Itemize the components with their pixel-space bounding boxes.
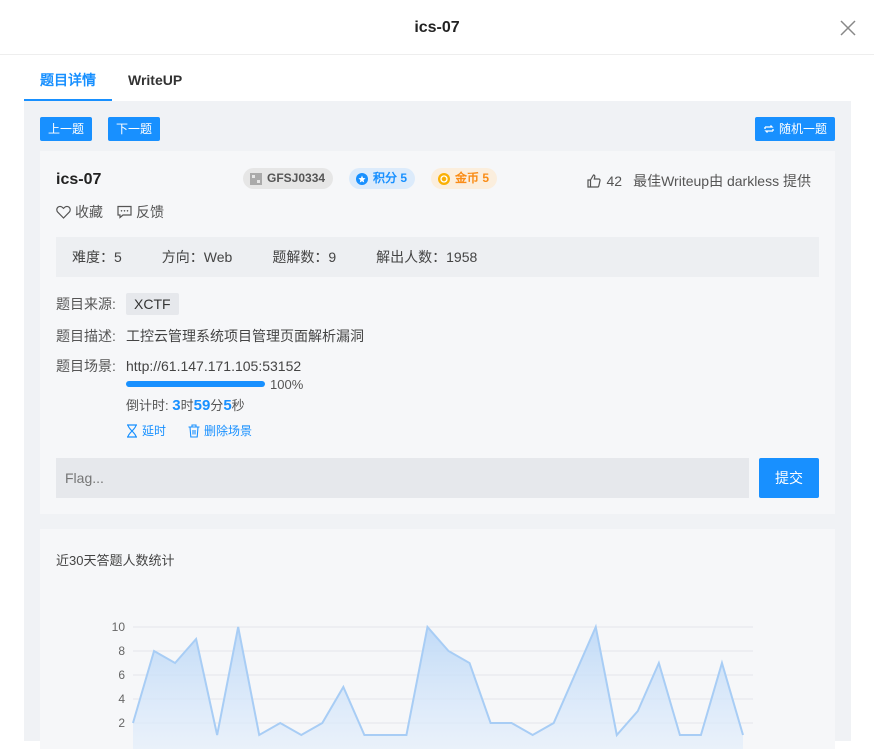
y-tick-label: 2	[118, 716, 125, 730]
y-tick-label: 6	[118, 668, 125, 682]
answers-area-chart: 2 4 6 8 10	[112, 620, 753, 749]
countdown-minutes: 59	[193, 397, 211, 414]
message-icon	[117, 205, 132, 219]
action-row: 收藏 反馈	[56, 202, 164, 222]
shuffle-icon	[764, 125, 774, 133]
scene-row: 题目场景: http://61.147.171.105:53152	[56, 356, 301, 376]
desc-value: 工控云管理系统项目管理页面解析漏洞	[126, 328, 364, 344]
scene-progress-bar	[126, 381, 265, 387]
desc-label: 题目描述:	[56, 328, 116, 344]
scene-label: 题目场景:	[56, 358, 116, 374]
desc-row: 题目描述: 工控云管理系统项目管理页面解析漏洞	[56, 326, 364, 346]
trash-icon	[188, 423, 200, 438]
countdown-hours: 3	[172, 397, 181, 414]
dialog-title: ics-07	[414, 19, 460, 36]
challenge-card: ics-07 GFSJ0334 积分 5 金币 5 42 最佳Writeup由 …	[40, 151, 835, 514]
scene-url[interactable]: http://61.147.171.105:53152	[126, 358, 301, 374]
score-tag-text: 积分 5	[373, 171, 408, 185]
next-button[interactable]: 下一题	[108, 117, 161, 141]
coin-icon	[438, 172, 450, 185]
best-writeup-text: 最佳Writeup由 darkless 提供	[633, 173, 811, 189]
source-row: 题目来源: XCTF	[56, 293, 179, 315]
collect-button[interactable]: 收藏	[56, 202, 103, 222]
submit-button[interactable]: 提交	[759, 458, 819, 498]
score-tag: 积分 5	[349, 168, 416, 189]
series-area	[133, 627, 743, 749]
prev-button[interactable]: 上一题	[40, 117, 93, 141]
random-button[interactable]: 随机一题	[754, 117, 835, 141]
extend-label: 延时	[142, 424, 167, 438]
dialog-header: ics-07	[0, 0, 874, 55]
solutions-text: 题解数：9	[272, 249, 337, 265]
content-panel: 上一题 下一题 随机一题 ics-07 GFSJ0334 积分 5 金币 5 4…	[24, 101, 851, 749]
countdown-label: 倒计时:	[126, 398, 169, 413]
challenge-name: ics-07	[56, 171, 102, 188]
difficulty-text: 难度：5	[72, 249, 122, 265]
qr-icon	[250, 172, 262, 185]
tab-details[interactable]: 题目详情	[24, 55, 112, 101]
close-icon[interactable]	[840, 20, 856, 36]
countdown-seconds: 5	[223, 397, 232, 414]
y-tick-label: 8	[118, 644, 125, 658]
hourglass-icon	[127, 423, 137, 438]
id-tag-text: GFSJ0334	[267, 171, 326, 185]
heart-icon	[56, 205, 71, 219]
source-label: 题目来源:	[56, 296, 116, 312]
y-tick-label: 10	[112, 620, 126, 634]
seconds-unit: 秒	[231, 398, 245, 413]
tab-bar: 题目详情 WriteUP	[24, 55, 198, 101]
feedback-label: 反馈	[136, 204, 164, 220]
progress-percent: 100%	[270, 377, 304, 392]
collect-label: 收藏	[75, 204, 103, 220]
score-icon	[356, 172, 368, 185]
y-tick-label: 4	[118, 692, 125, 706]
gold-tag-text: 金币 5	[455, 171, 490, 185]
direction-text: 方向：Web	[161, 249, 233, 265]
delete-scene-button[interactable]: 删除场景	[188, 422, 252, 439]
thumbs-up-icon[interactable]	[586, 173, 602, 189]
gold-tag: 金币 5	[431, 168, 498, 189]
source-value: XCTF	[126, 293, 179, 315]
id-tag: GFSJ0334	[243, 168, 334, 189]
info-bar: 难度：5 方向：Web 题解数：9 解出人数：1958	[56, 237, 819, 277]
countdown: 倒计时: 3时59分5秒	[126, 395, 245, 414]
hours-unit: 时	[180, 398, 194, 413]
stats-card: 近30天答题人数统计 2 4 6 8 10	[40, 529, 835, 749]
minutes-unit: 分	[210, 398, 224, 413]
tab-writeup[interactable]: WriteUP	[112, 55, 198, 101]
likes-count: 42	[606, 173, 623, 189]
delete-label: 删除场景	[204, 424, 253, 438]
best-writeup: 42 最佳Writeup由 darkless 提供	[586, 171, 811, 191]
random-label: 随机一题	[778, 122, 827, 136]
flag-input[interactable]	[56, 458, 749, 498]
feedback-button[interactable]: 反馈	[117, 202, 164, 222]
extend-button[interactable]: 延时	[126, 422, 166, 439]
solvers-text: 解出人数：1958	[376, 249, 478, 265]
